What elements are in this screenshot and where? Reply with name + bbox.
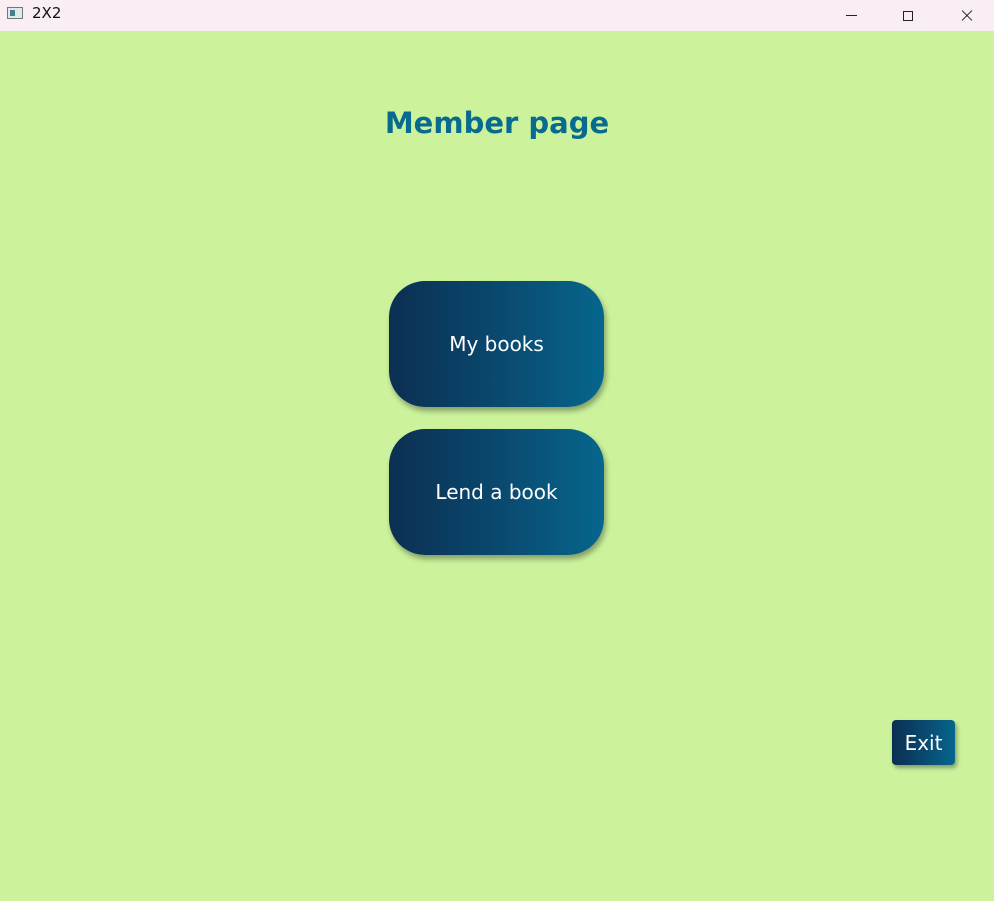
close-button[interactable] — [944, 0, 990, 31]
window-title: 2X2 — [32, 4, 62, 22]
my-books-button[interactable]: My books — [389, 281, 604, 407]
close-icon — [960, 9, 974, 23]
exit-button[interactable]: Exit — [892, 720, 955, 765]
app-window: 2X2 Member page My books Lend a book Exi… — [0, 0, 994, 901]
minimize-button[interactable] — [828, 0, 874, 31]
lend-book-button[interactable]: Lend a book — [389, 429, 604, 555]
title-bar: 2X2 — [0, 0, 994, 31]
app-icon — [7, 7, 23, 19]
page-title: Member page — [384, 106, 610, 140]
maximize-icon — [903, 10, 913, 21]
maximize-button[interactable] — [885, 0, 931, 31]
minimize-icon — [845, 15, 857, 16]
